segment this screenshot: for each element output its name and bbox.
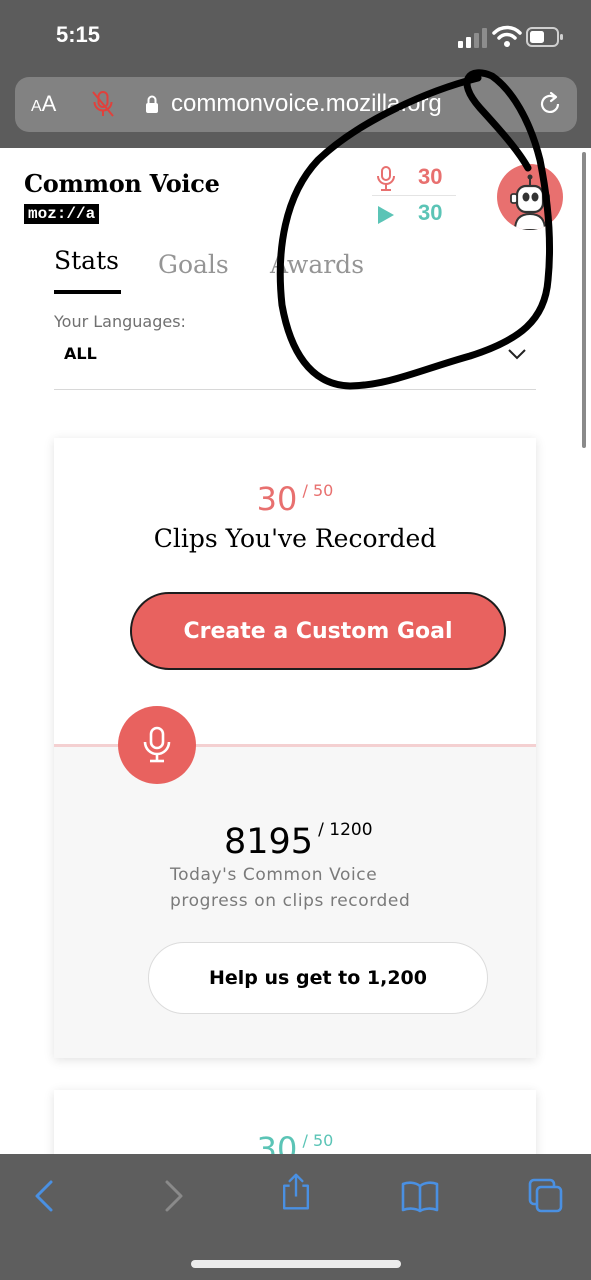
- daily-progress-count: 8195: [224, 822, 314, 862]
- share-icon[interactable]: [276, 1172, 316, 1212]
- avatar[interactable]: [497, 164, 563, 230]
- recorded-count-row: 30: [372, 162, 462, 194]
- microphone-muted-icon[interactable]: [91, 90, 115, 118]
- lock-icon: [146, 95, 158, 113]
- back-icon[interactable]: [26, 1176, 66, 1216]
- contribution-counts: 30 30: [372, 162, 462, 232]
- browser-top-bar: 5:15 AA commonvoice.mozilla.org: [0, 0, 591, 148]
- microphone-icon: [377, 166, 395, 191]
- tab-stats[interactable]: Stats: [54, 246, 119, 275]
- text-size-button[interactable]: AA: [31, 91, 56, 117]
- bookmarks-icon[interactable]: [400, 1176, 440, 1216]
- record-button[interactable]: [118, 706, 196, 784]
- status-time: 5:15: [56, 22, 101, 47]
- language-select-value: ALL: [64, 344, 97, 363]
- daily-progress-goal: / 1200: [318, 820, 373, 840]
- scrollbar[interactable]: [582, 152, 586, 448]
- clips-validated-count: 30: [256, 1130, 298, 1154]
- battery-icon: [526, 27, 563, 47]
- tab-awards[interactable]: Awards: [270, 250, 364, 279]
- robot-avatar-icon: [510, 174, 550, 230]
- brand-title[interactable]: Common Voice: [24, 169, 220, 198]
- personal-goal-progress: 30 / 50: [54, 480, 536, 518]
- url-text[interactable]: commonvoice.mozilla.org: [171, 90, 442, 118]
- validated-count-row: 30: [372, 198, 462, 230]
- play-icon: [378, 206, 394, 224]
- clips-validated-goal: / 50: [302, 1131, 334, 1150]
- clips-goal: / 50: [302, 481, 334, 500]
- daily-progress: 8195 / 1200: [224, 820, 373, 862]
- clips-recorded-count: 30: [256, 480, 298, 518]
- tabs-icon[interactable]: [526, 1176, 566, 1216]
- mozilla-logo[interactable]: moz://a: [24, 204, 100, 224]
- address-bar[interactable]: AA commonvoice.mozilla.org: [15, 77, 577, 132]
- languages-label: Your Languages:: [54, 312, 186, 331]
- help-us-button[interactable]: Help us get to 1,200: [148, 942, 488, 1014]
- forward-icon[interactable]: [152, 1176, 192, 1216]
- active-tab-indicator: [54, 290, 121, 294]
- create-custom-goal-button[interactable]: Create a Custom Goal: [130, 592, 506, 670]
- reload-icon[interactable]: [537, 91, 563, 117]
- daily-progress-description: Today's Common Voice progress on clips r…: [170, 865, 411, 911]
- page-content: Common Voice moz://a 30 30 Stats Goals A…: [0, 148, 591, 1154]
- clips-recorded-label: Clips You've Recorded: [153, 524, 437, 553]
- language-select[interactable]: ALL: [54, 336, 536, 390]
- validation-stats-card: 30 / 50: [54, 1090, 536, 1154]
- chevron-down-icon: [508, 349, 526, 360]
- validated-count: 30: [418, 200, 443, 225]
- clips-validated-progress: 30 / 50: [54, 1130, 536, 1154]
- cellular-signal-icon: [458, 28, 487, 48]
- recording-stats-card: 30 / 50 Clips You've Recorded Create a C…: [54, 438, 536, 1058]
- dashboard-tabs: Stats Goals Awards: [54, 246, 534, 296]
- microphone-icon: [143, 726, 171, 763]
- recorded-count: 30: [418, 164, 443, 189]
- home-indicator[interactable]: [191, 1260, 401, 1268]
- divider: [372, 195, 456, 196]
- tab-goals[interactable]: Goals: [158, 250, 229, 279]
- wifi-icon: [492, 25, 522, 47]
